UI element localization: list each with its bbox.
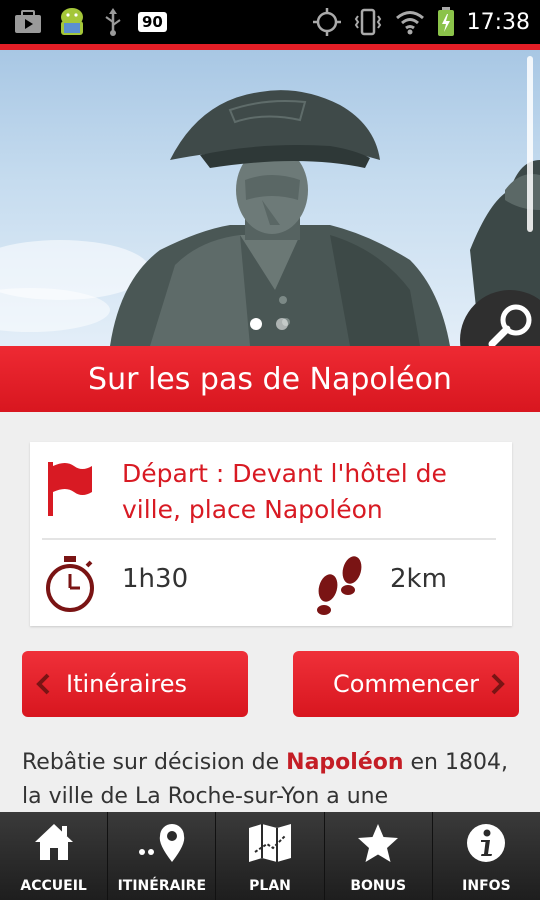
carousel-dot-1[interactable] — [250, 318, 262, 330]
commencer-button[interactable]: Commencer — [293, 651, 519, 717]
nav-item-accueil[interactable]: ACCUEIL — [0, 812, 109, 900]
flag-icon — [48, 462, 92, 516]
chevron-left-icon — [36, 673, 50, 695]
itineraires-button[interactable]: Itinéraires — [22, 651, 248, 717]
hero-image-carousel[interactable] — [0, 50, 540, 346]
vibrate-icon — [353, 8, 383, 36]
home-icon — [34, 824, 73, 860]
carousel-dot-2[interactable] — [276, 318, 288, 330]
stopwatch-icon — [46, 556, 94, 612]
napoleon-statue-image — [0, 90, 540, 346]
wifi-icon — [395, 9, 425, 35]
nav-label-accueil: ACCUEIL — [20, 878, 87, 894]
nav-label-infos: INFOS — [462, 878, 511, 894]
nav-item-infos[interactable]: INFOS — [433, 812, 540, 900]
media-play-notification-icon — [14, 10, 42, 34]
nav-label-itineraire: ITINÉRAIRE — [117, 878, 207, 894]
nav-label-bonus: BONUS — [350, 878, 407, 894]
card-divider — [42, 538, 496, 540]
magnifier-icon — [488, 304, 532, 348]
carousel-indicator[interactable] — [250, 318, 288, 330]
info-icon — [467, 824, 506, 862]
usb-icon — [102, 8, 124, 36]
chevron-right-icon — [491, 673, 505, 695]
description-text-1: Rebâtie sur décision de — [22, 750, 287, 775]
bottom-navigation: ACCUEIL ITINÉRAIRE PLAN BONUS INFOS — [0, 812, 540, 900]
gps-icon — [312, 8, 341, 36]
commencer-label: Commencer — [332, 670, 479, 698]
route-pin-icon — [138, 824, 185, 862]
page-title: Sur les pas de Napoléon — [88, 361, 452, 397]
vertical-scrollbar[interactable] — [527, 56, 533, 232]
star-icon — [358, 824, 399, 862]
map-icon — [249, 824, 291, 862]
nav-item-plan[interactable]: PLAN — [216, 812, 325, 900]
tour-title-bar: Sur les pas de Napoléon — [0, 346, 540, 412]
tour-info-card: Départ : Devant l'hôtel de ville, place … — [30, 442, 512, 626]
status-bar: 90 17:38 — [0, 0, 540, 44]
battery-level-badge: 90 — [138, 12, 167, 32]
tour-distance: 2km — [390, 564, 447, 594]
departure-point: Départ : Devant l'hôtel de ville, place … — [122, 459, 447, 524]
nav-item-bonus[interactable]: BONUS — [325, 812, 433, 900]
nav-label-plan: PLAN — [249, 878, 291, 894]
itineraires-label: Itinéraires — [66, 670, 187, 698]
nav-item-itineraire[interactable]: ITINÉRAIRE — [108, 812, 217, 900]
battery-charging-icon — [437, 7, 455, 37]
status-clock: 17:38 — [466, 9, 530, 35]
tour-duration: 1h30 — [122, 564, 189, 594]
tour-description: Rebâtie sur décision de Napoléon en 1804… — [22, 746, 522, 814]
footsteps-icon — [317, 556, 362, 615]
description-highlight[interactable]: Napoléon — [286, 750, 403, 775]
android-notification-icon — [56, 5, 88, 39]
